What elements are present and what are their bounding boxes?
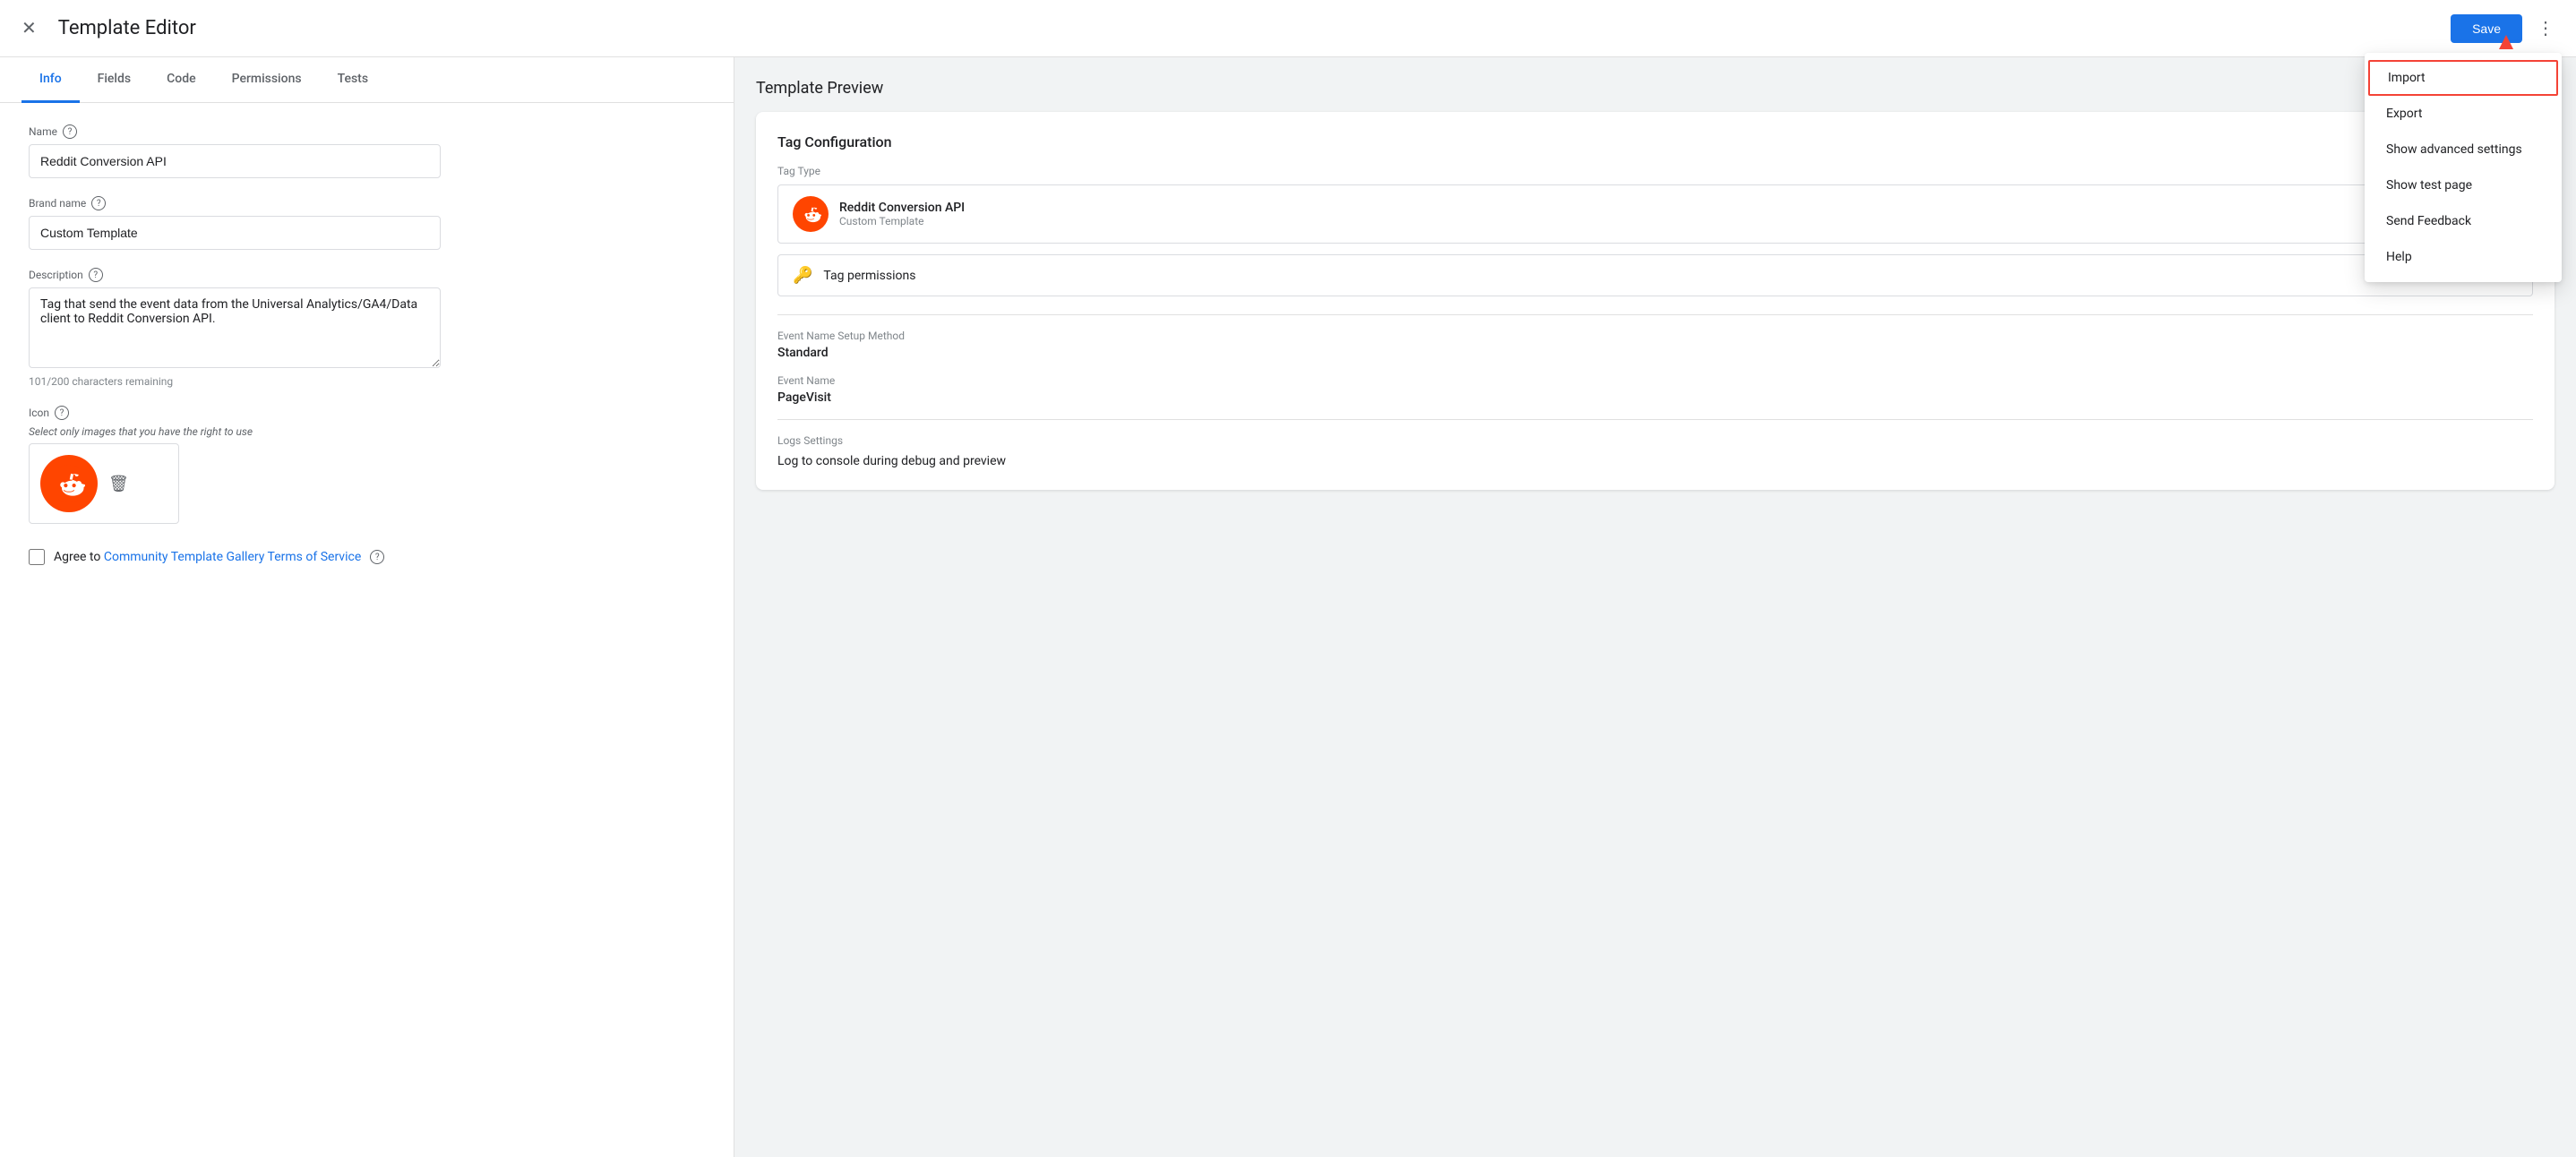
main-layout: Info Fields Code Permissions Tests Name … (0, 57, 2576, 1157)
name-label: Name ? (29, 124, 705, 139)
event-name-value: PageVisit (777, 390, 2533, 405)
tab-permissions[interactable]: Permissions (214, 57, 320, 103)
dropdown-item-help[interactable]: Help (2365, 239, 2562, 275)
header-right: Save ⋮ Import Export Show advanced setti… (2451, 10, 2562, 47)
event-name-section: Event Name PageVisit (777, 374, 2533, 405)
app-title: Template Editor (58, 17, 196, 39)
header-left: ✕ Template Editor (14, 10, 196, 47)
dropdown-item-import[interactable]: Import (2368, 60, 2558, 96)
terms-help-icon[interactable]: ? (370, 550, 384, 564)
tag-type-row: Reddit Conversion API Custom Template (777, 184, 2533, 244)
reddit-icon (40, 455, 98, 512)
icon-label-row: Icon ? (29, 406, 705, 420)
tag-reddit-icon (793, 196, 829, 232)
name-field-group: Name ? (29, 124, 705, 178)
tag-type-label: Tag Type (777, 165, 2533, 177)
terms-checkbox[interactable] (29, 549, 45, 565)
description-input[interactable]: Tag that send the event data from the Un… (29, 287, 441, 368)
brand-field-group: Brand name ? (29, 196, 705, 250)
delete-icon-button[interactable]: 🗑 (108, 475, 129, 493)
close-button[interactable]: ✕ (14, 10, 44, 47)
description-label: Description ? (29, 268, 705, 282)
reddit-svg (50, 465, 88, 502)
terms-link[interactable]: Community Template Gallery Terms of Serv… (104, 550, 361, 564)
checkbox-row: Agree to Community Template Gallery Term… (29, 549, 705, 565)
char-count: 101/200 characters remaining (29, 375, 705, 388)
tag-permissions-row: 🔑 Tag permissions (777, 254, 2533, 296)
preview-card: Tag Configuration Tag Type Reddit Conver… (756, 112, 2555, 490)
preview-card-title: Tag Configuration (777, 133, 2533, 150)
divider-1 (777, 314, 2533, 315)
event-name-label: Event Name (777, 374, 2533, 387)
event-setup-section: Event Name Setup Method Standard (777, 330, 2533, 360)
right-panel: Template Preview Tag Configuration Tag T… (734, 57, 2576, 1157)
name-input[interactable] (29, 144, 441, 178)
icon-preview-area: 🗑 (29, 443, 179, 524)
dropdown-item-test-page[interactable]: Show test page (2365, 167, 2562, 203)
tab-tests[interactable]: Tests (320, 57, 386, 103)
dropdown-item-advanced-settings[interactable]: Show advanced settings (2365, 132, 2562, 167)
name-help-icon[interactable]: ? (63, 124, 77, 139)
event-setup-label: Event Name Setup Method (777, 330, 2533, 342)
dropdown-item-export[interactable]: Export (2365, 96, 2562, 132)
brand-label: Brand name ? (29, 196, 705, 210)
tag-type-sub: Custom Template (839, 215, 965, 227)
tag-perm-label: Tag permissions (823, 269, 915, 283)
logs-label: Logs Settings (777, 434, 2533, 447)
event-setup-value: Standard (777, 346, 2533, 360)
tabs-bar: Info Fields Code Permissions Tests (0, 57, 734, 103)
more-options-button[interactable]: ⋮ (2529, 10, 2562, 47)
description-help-icon[interactable]: ? (89, 268, 103, 282)
icon-note: Select only images that you have the rig… (29, 425, 705, 438)
logs-section: Logs Settings Log to console during debu… (777, 434, 2533, 468)
tag-reddit-svg (798, 201, 823, 227)
icon-section: Icon ? Select only images that you have … (29, 406, 705, 524)
checkbox-label: Agree to Community Template Gallery Term… (54, 550, 361, 564)
preview-title: Template Preview (756, 79, 2555, 98)
brand-help-icon[interactable]: ? (91, 196, 106, 210)
icon-help-icon[interactable]: ? (55, 406, 69, 420)
tab-info[interactable]: Info (21, 57, 80, 103)
left-panel: Info Fields Code Permissions Tests Name … (0, 57, 734, 1157)
tab-fields[interactable]: Fields (80, 57, 149, 103)
arrow-indicator (2499, 35, 2513, 49)
app-header: ✕ Template Editor Save ⋮ Import Export S… (0, 0, 2576, 57)
tag-type-name: Reddit Conversion API (839, 201, 965, 215)
tag-type-info: Reddit Conversion API Custom Template (839, 201, 965, 227)
dropdown-menu: Import Export Show advanced settings Sho… (2365, 53, 2562, 282)
logs-value: Log to console during debug and preview (777, 454, 2533, 468)
key-icon: 🔑 (793, 266, 812, 285)
divider-2 (777, 419, 2533, 420)
description-field-group: Description ? Tag that send the event da… (29, 268, 705, 388)
form-content: Name ? Brand name ? Description ? T (0, 103, 734, 587)
tab-code[interactable]: Code (149, 57, 213, 103)
dropdown-item-feedback[interactable]: Send Feedback (2365, 203, 2562, 239)
brand-input[interactable] (29, 216, 441, 250)
